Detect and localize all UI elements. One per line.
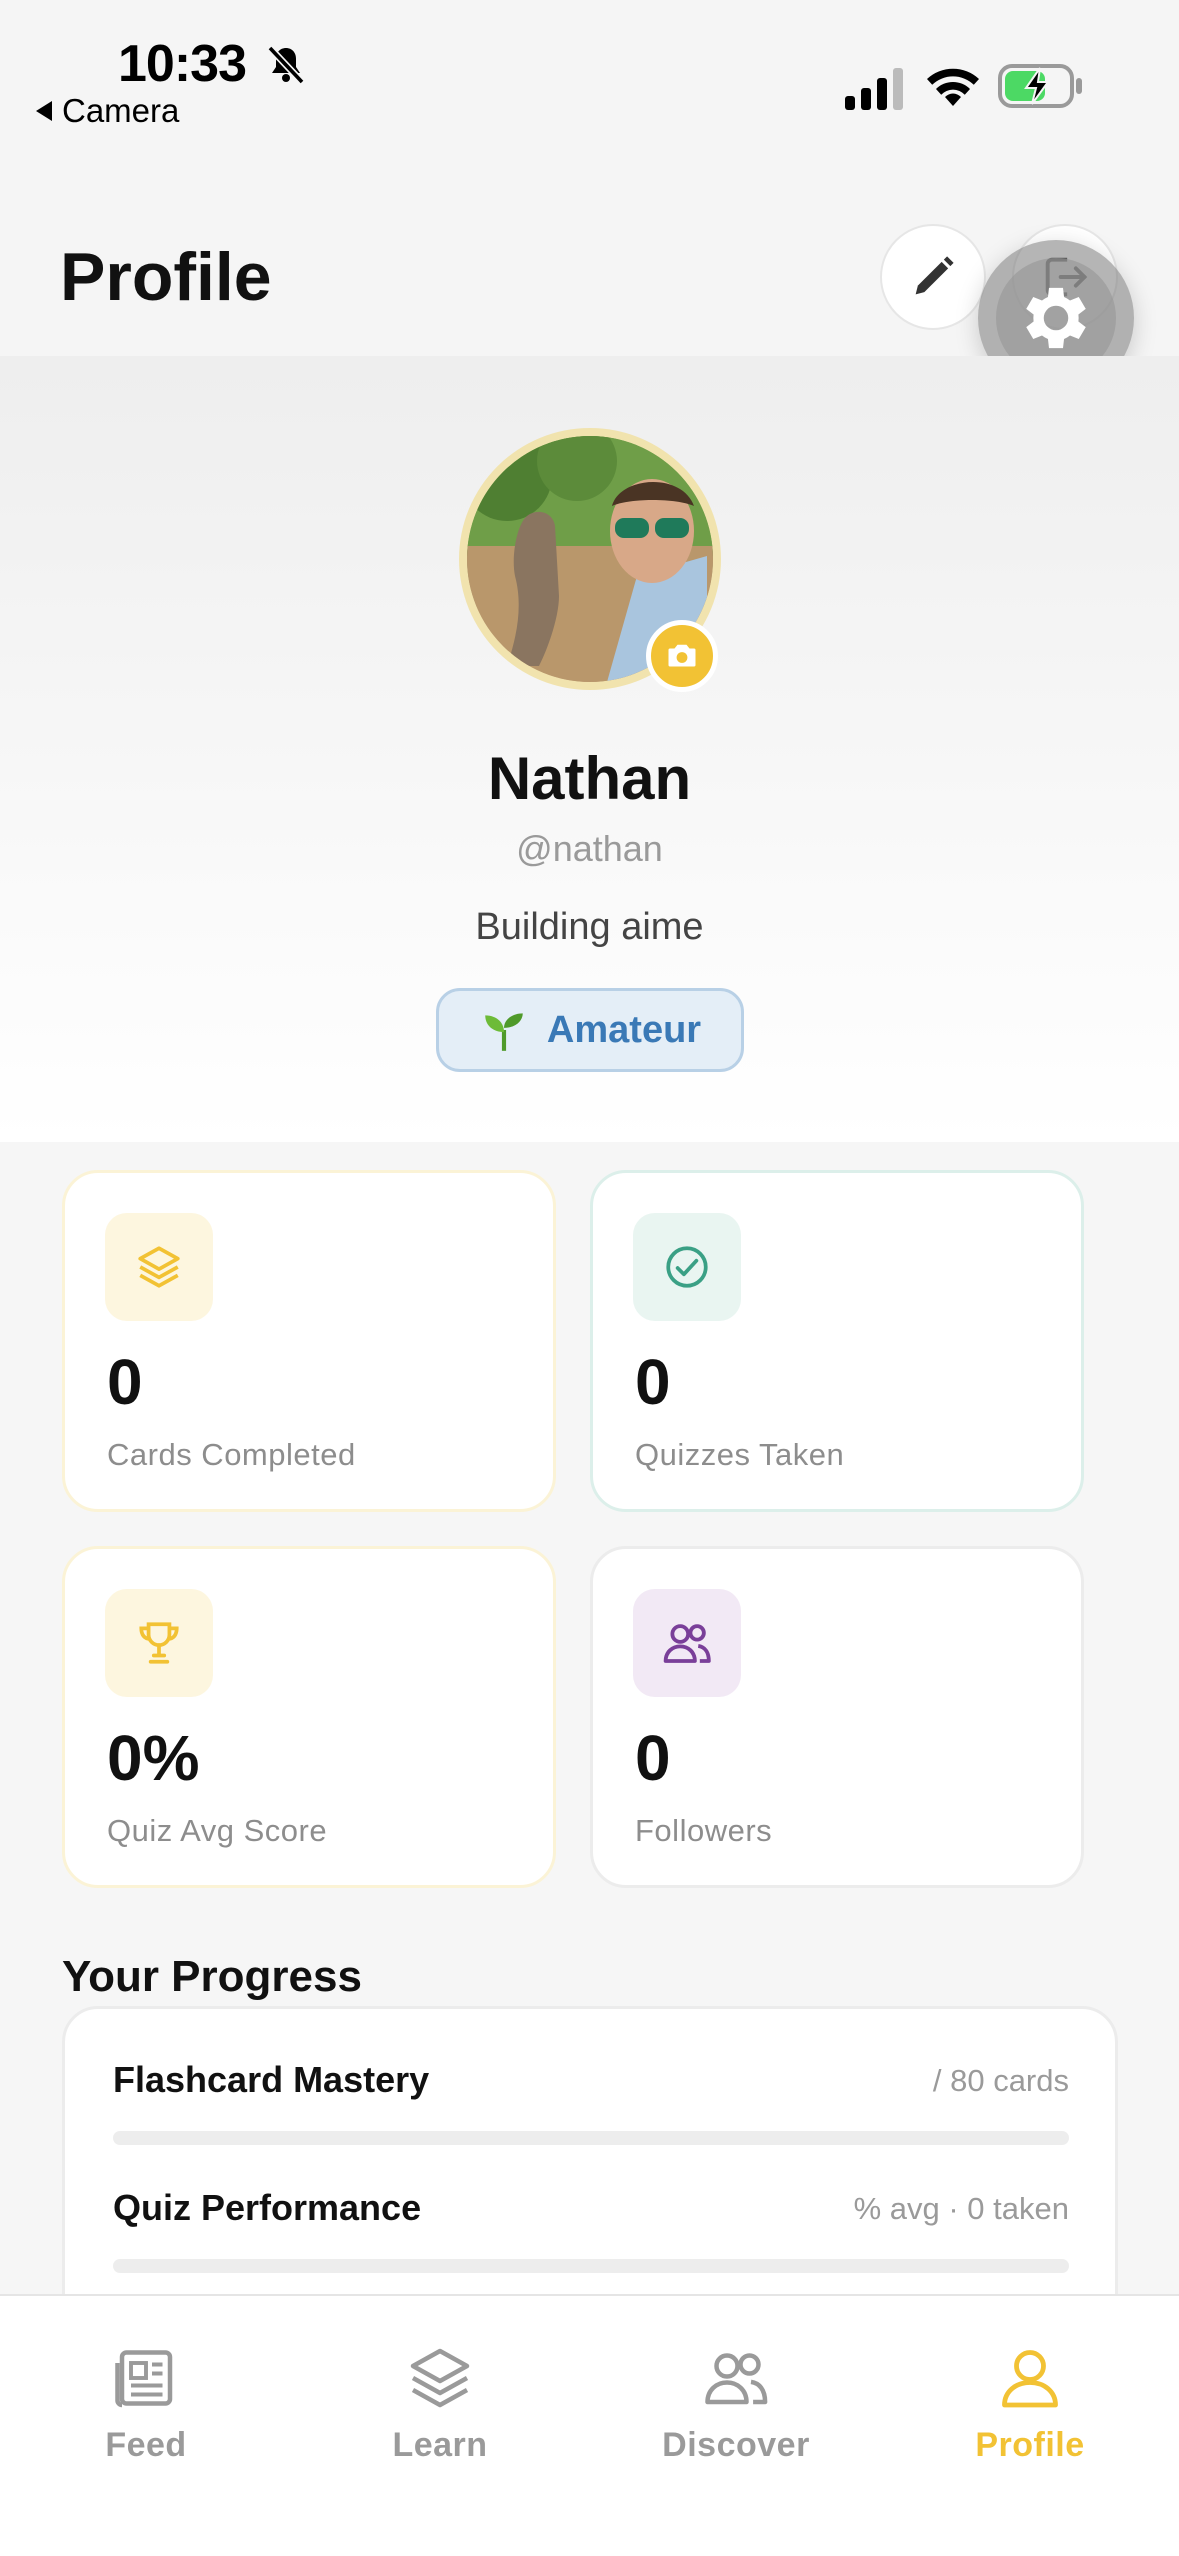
profile-bio: Building aime: [475, 906, 704, 948]
progress-row-title: Flashcard Mastery: [113, 2059, 430, 2100]
bell-off-icon: [267, 45, 305, 85]
tab-learn[interactable]: Learn: [310, 2342, 570, 2482]
stat-icon-box: [105, 1213, 213, 1321]
stat-icon-box: [105, 1589, 213, 1697]
person-icon: [1002, 2350, 1058, 2408]
gear-icon: [1026, 287, 1086, 349]
profile-hero: Nathan @nathan Building aime Amateur: [0, 356, 1179, 1142]
stat-value: 0: [107, 1346, 143, 1418]
back-to-app-button[interactable]: Camera: [36, 92, 179, 130]
users-icon: [663, 1624, 711, 1663]
stat-value: 0: [635, 1346, 671, 1418]
tab-feed[interactable]: Feed: [16, 2342, 276, 2482]
check-circle-icon: [666, 1246, 708, 1288]
page-title: Profile: [60, 239, 272, 315]
cellular-signal-icon: [845, 68, 903, 110]
tab-label: Profile: [975, 2426, 1085, 2464]
newspaper-icon: [115, 2350, 173, 2408]
stat-label: Quiz Avg Score: [107, 1813, 328, 1848]
stat-value: 0%: [107, 1722, 200, 1794]
stat-label: Followers: [635, 1813, 773, 1848]
seedling-icon: [485, 1013, 523, 1051]
back-triangle-icon: [36, 101, 52, 121]
stat-card-followers[interactable]: 0 Followers: [590, 1546, 1084, 1888]
users-icon: [705, 2353, 768, 2405]
wifi-icon: [927, 68, 979, 106]
trophy-icon: [139, 1622, 179, 1664]
stat-label: Quizzes Taken: [635, 1437, 845, 1472]
stat-icon-box: [633, 1213, 741, 1321]
stat-card-cards-completed[interactable]: 0 Cards Completed: [62, 1170, 556, 1512]
level-label: Amateur: [546, 1008, 702, 1051]
progress-track: [113, 2131, 1069, 2145]
tab-label: Feed: [105, 2426, 187, 2464]
stat-card-quizzes-taken[interactable]: 0 Quizzes Taken: [590, 1170, 1084, 1512]
status-bar: 10:33 Camera: [0, 0, 1179, 150]
tab-label: Discover: [662, 2426, 810, 2464]
tab-bar: Feed Learn Discover Profile: [0, 2294, 1179, 2556]
edit-profile-button[interactable]: [880, 224, 986, 330]
pencil-icon: [915, 256, 954, 295]
tab-discover[interactable]: Discover: [606, 2342, 866, 2482]
level-badge: Amateur: [436, 988, 744, 1072]
status-time: 10:33: [118, 35, 247, 93]
layers-icon: [410, 2348, 470, 2408]
back-app-label: Camera: [62, 92, 180, 129]
progress-row-title: Quiz Performance: [113, 2187, 422, 2228]
profile-name: Nathan: [487, 745, 692, 812]
camera-icon: [668, 644, 696, 667]
tab-profile[interactable]: Profile: [900, 2342, 1160, 2482]
profile-handle: @nathan: [516, 828, 663, 869]
progress-row-meta: / 80 cards: [932, 2063, 1069, 2098]
progress-row-meta: % avg · 0 taken: [853, 2191, 1069, 2226]
stat-label: Cards Completed: [107, 1437, 356, 1472]
layers-icon: [138, 1246, 180, 1288]
progress-section-title: Your Progress: [62, 1952, 362, 2001]
stat-value: 0: [635, 1722, 671, 1794]
battery-charging-icon: [998, 64, 1082, 108]
tab-label: Learn: [392, 2426, 488, 2464]
change-photo-button[interactable]: [646, 620, 718, 692]
stat-icon-box: [633, 1589, 741, 1697]
stat-card-quiz-avg-score[interactable]: 0% Quiz Avg Score: [62, 1546, 556, 1888]
progress-track: [113, 2259, 1069, 2273]
